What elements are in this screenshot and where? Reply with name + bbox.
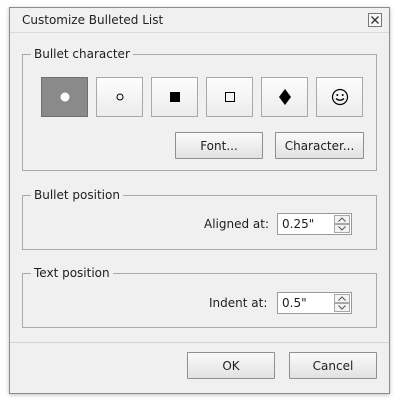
chevron-down-icon	[338, 226, 346, 231]
bullet-option-hollow-circle[interactable]	[96, 77, 143, 117]
character-button[interactable]: Character...	[275, 132, 364, 159]
footer-separator	[10, 342, 389, 343]
close-icon	[371, 16, 379, 24]
aligned-at-label: Aligned at:	[204, 217, 270, 231]
aligned-at-spinner[interactable]: 0.25"	[277, 213, 352, 235]
indent-at-increment-button[interactable]	[334, 294, 350, 303]
bullet-option-smiley[interactable]	[316, 77, 363, 117]
indent-at-value[interactable]: 0.5"	[282, 296, 307, 310]
filled-square-icon	[152, 78, 197, 116]
bullet-option-hollow-square[interactable]	[206, 77, 253, 117]
chevron-up-icon	[338, 217, 346, 222]
filled-circle-icon	[42, 78, 87, 116]
ok-button[interactable]: OK	[187, 352, 275, 379]
diamond-icon	[262, 78, 307, 116]
bullet-option-filled-square[interactable]	[151, 77, 198, 117]
bullet-option-diamond[interactable]	[261, 77, 308, 117]
close-button[interactable]	[368, 13, 382, 27]
cancel-button[interactable]: Cancel	[289, 352, 377, 379]
aligned-at-decrement-button[interactable]	[334, 224, 350, 233]
title-bar[interactable]: Customize Bulleted List	[10, 8, 389, 33]
aligned-at-increment-button[interactable]	[334, 215, 350, 224]
hollow-circle-icon	[97, 78, 142, 116]
aligned-at-value[interactable]: 0.25"	[282, 217, 314, 231]
customize-bulleted-list-dialog: Customize Bulleted List Bullet character	[9, 7, 390, 394]
hollow-square-icon	[207, 78, 252, 116]
dialog-title: Customize Bulleted List	[22, 13, 164, 27]
smiley-icon	[317, 78, 362, 116]
bullet-character-legend: Bullet character	[34, 47, 130, 61]
bullet-position-legend: Bullet position	[34, 188, 120, 202]
font-button[interactable]: Font...	[175, 132, 263, 159]
text-position-legend: Text position	[34, 266, 110, 280]
bullet-option-filled-circle[interactable]	[41, 77, 88, 117]
indent-at-decrement-button[interactable]	[334, 303, 350, 312]
indent-at-label: Indent at:	[209, 296, 268, 310]
chevron-down-icon	[338, 305, 346, 310]
indent-at-spinner[interactable]: 0.5"	[277, 292, 352, 314]
chevron-up-icon	[338, 296, 346, 301]
